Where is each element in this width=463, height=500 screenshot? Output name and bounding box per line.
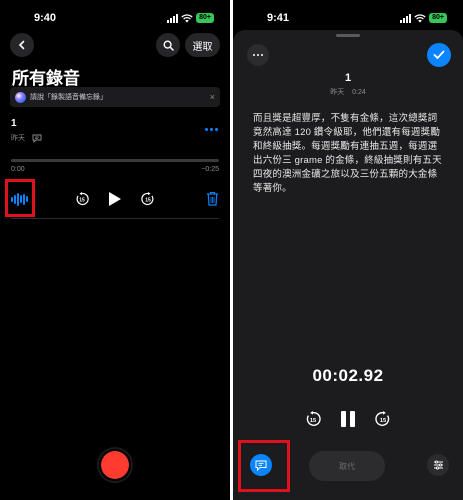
wifi-icon [414, 13, 426, 22]
skip-forward-label: 15 [380, 418, 387, 424]
chevron-left-icon [18, 40, 25, 50]
playback-settings-button[interactable] [427, 454, 449, 476]
recording-sheet: 1 昨天 0:24 而且獎是超豐厚，不隻有金條，這次總獎詞竟然高達 120 鑽令… [233, 30, 463, 500]
skip-back-15-button[interactable]: 15 [305, 411, 321, 427]
battery-indicator: 80+ [196, 13, 214, 23]
siri-suggestion-text: 請說「錄製語音備忘錄」 [30, 94, 107, 101]
cellular-signal-icon [167, 13, 179, 23]
playback-timer: 00:02.92 [312, 366, 384, 385]
status-icons: 80+ [167, 13, 214, 23]
status-time: 9:40 [34, 12, 57, 24]
screenshot-stage: 9:40 80+ 選取 所有錄音 請說「錄製語音備忘錄」 × 1 昨天 0:00… [0, 0, 463, 500]
cellular-signal-icon [400, 13, 412, 23]
transcript-icon [32, 134, 42, 143]
search-button[interactable] [156, 33, 180, 57]
close-icon[interactable]: × [210, 92, 215, 102]
recording-title[interactable]: 1 [11, 118, 17, 129]
recording-meta: 昨天 0:24 [233, 87, 463, 97]
record-button[interactable] [97, 447, 133, 483]
more-options-button[interactable] [205, 128, 218, 131]
pause-icon [341, 411, 346, 427]
remaining-time: −0:25 [201, 166, 219, 173]
status-bar: 9:40 80+ [0, 12, 230, 26]
search-icon [162, 39, 174, 51]
trash-icon[interactable] [206, 191, 219, 206]
transcript-text: 而且獎是超豐厚，不隻有金條，這次總獎詞竟然高達 120 鑽令級耶，他們還有每週獎… [253, 113, 442, 194]
skip-forward-15-button[interactable]: 15 [375, 411, 391, 427]
divider [11, 218, 219, 219]
playback-scrubber[interactable] [11, 159, 219, 162]
elapsed-time: 0:00 [11, 166, 25, 173]
wifi-icon [181, 13, 193, 22]
ellipsis-icon [253, 54, 255, 56]
skip-forward-15-button[interactable]: 15 [141, 192, 155, 206]
voice-memos-list-screen: 9:40 80+ 選取 所有錄音 請說「錄製語音備忘錄」 × 1 昨天 0:00… [0, 0, 230, 500]
sheet-grabber[interactable] [336, 34, 360, 37]
done-button[interactable] [427, 43, 451, 67]
status-icons: 80+ [400, 13, 447, 23]
recording-detail-screen: 9:41 80+ 1 昨天 0:24 而且獎是超豐厚，不隻有金條，這次總獎詞竟然… [233, 0, 463, 500]
recording-date: 昨天 [330, 89, 345, 96]
highlight-box [238, 440, 290, 492]
page-title: 所有錄音 [12, 69, 80, 88]
recording-date: 昨天 [11, 135, 25, 142]
ellipsis-icon [205, 128, 208, 131]
checkmark-icon [433, 50, 445, 59]
siri-suggestion-banner[interactable]: 請說「錄製語音備忘錄」 × [10, 87, 220, 107]
status-bar: 9:41 80+ [233, 12, 463, 26]
battery-indicator: 80+ [429, 13, 447, 23]
skip-forward-label: 15 [145, 198, 151, 204]
siri-icon [15, 91, 26, 103]
back-button[interactable] [10, 33, 34, 57]
skip-back-label: 15 [310, 418, 317, 424]
recording-meta: 昨天 [11, 133, 42, 143]
more-options-button[interactable] [247, 44, 269, 66]
replace-button[interactable]: 取代 [309, 451, 385, 481]
select-button[interactable]: 選取 [185, 33, 220, 57]
pause-button[interactable] [341, 411, 355, 427]
record-dot-icon [101, 451, 129, 479]
highlight-box [5, 179, 35, 217]
sliders-icon [433, 460, 443, 470]
recording-duration: 0:24 [352, 89, 366, 96]
skip-back-label: 15 [79, 198, 85, 204]
status-time: 9:41 [267, 12, 290, 24]
play-button[interactable] [108, 191, 122, 207]
recording-title: 1 [344, 72, 352, 84]
skip-back-15-button[interactable]: 15 [75, 192, 89, 206]
